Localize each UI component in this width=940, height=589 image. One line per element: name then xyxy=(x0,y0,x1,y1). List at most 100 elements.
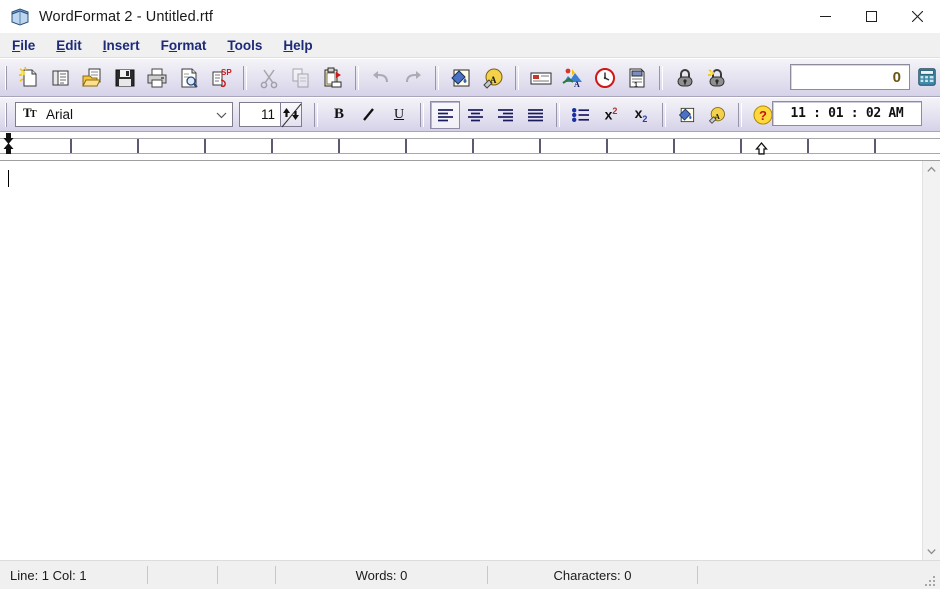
status-cell-3 xyxy=(218,566,276,584)
font-size-input[interactable]: 11 xyxy=(239,102,281,127)
highlight-color-button[interactable] xyxy=(672,101,702,129)
align-left-button[interactable] xyxy=(430,100,460,129)
ruler-tick xyxy=(606,139,608,153)
new-document-button[interactable] xyxy=(13,63,45,93)
calculator-button[interactable] xyxy=(912,63,940,91)
chevron-down-icon[interactable] xyxy=(210,111,232,119)
ruler-tick xyxy=(338,139,340,153)
font-tt-icon: T T xyxy=(23,105,40,125)
svg-text:?: ? xyxy=(759,108,767,123)
ruler-tick xyxy=(539,139,541,153)
scroll-down-button[interactable] xyxy=(923,543,940,560)
status-words: Words: 0 xyxy=(276,566,488,584)
spinner-up-icon[interactable] xyxy=(283,104,290,122)
menu-item-edit[interactable]: Edit xyxy=(48,36,95,55)
menu-item-file[interactable]: File xyxy=(4,36,48,55)
align-center-button[interactable] xyxy=(460,101,490,129)
format-separator xyxy=(314,102,318,127)
undo-button[interactable] xyxy=(365,63,397,93)
insert-date-button[interactable]: 1 xyxy=(621,63,653,93)
resize-grip-icon[interactable] xyxy=(925,574,937,586)
insert-time-button[interactable] xyxy=(589,63,621,93)
counter-field[interactable]: 0 xyxy=(790,64,910,90)
font-family-combobox[interactable]: T T Arial xyxy=(15,102,233,127)
font-size-spinner[interactable] xyxy=(281,102,302,128)
spinner-down-icon[interactable] xyxy=(292,107,299,125)
ruler-tick xyxy=(874,139,876,153)
print-preview-button[interactable] xyxy=(173,63,205,93)
clock-value: 11 : 01 : 02 AM xyxy=(790,106,904,121)
new-document-icon xyxy=(19,66,37,86)
window-controls xyxy=(802,0,940,33)
ruler-tick xyxy=(673,139,675,153)
copy-button[interactable] xyxy=(285,63,317,93)
save-button[interactable] xyxy=(109,63,141,93)
spell-check-button[interactable]: SP xyxy=(205,63,237,93)
font-family-value: Arial xyxy=(46,107,74,122)
open-folder-button[interactable] xyxy=(77,63,109,93)
menu-item-format[interactable]: Format xyxy=(153,36,220,55)
print-button[interactable] xyxy=(141,63,173,93)
close-button[interactable] xyxy=(894,0,940,33)
application-window: WordFormat 2 - Untitled.rtf File Edit In… xyxy=(0,0,940,589)
maximize-button[interactable] xyxy=(848,0,894,33)
justify-button[interactable] xyxy=(520,101,550,129)
menu-item-insert[interactable]: Insert xyxy=(95,36,153,55)
insert-card-button[interactable] xyxy=(525,63,557,93)
paste-icon xyxy=(324,67,342,87)
align-right-icon xyxy=(497,108,513,121)
unlock-icon xyxy=(708,68,725,86)
status-cell-2 xyxy=(148,566,218,584)
ruler-tick xyxy=(204,139,206,153)
scroll-up-button[interactable] xyxy=(923,161,940,178)
align-center-icon xyxy=(467,108,483,121)
calculator-icon xyxy=(918,68,936,86)
minimize-button[interactable] xyxy=(802,0,848,33)
underline-button[interactable]: U xyxy=(384,101,414,129)
bold-label: B xyxy=(333,106,344,122)
text-color-icon: A xyxy=(483,68,503,89)
paste-button[interactable] xyxy=(317,63,349,93)
status-cell-spacer xyxy=(698,566,940,584)
italic-button[interactable] xyxy=(354,101,384,129)
lock-button[interactable] xyxy=(669,63,701,93)
bullet-list-button[interactable] xyxy=(566,101,596,129)
ruler-tick xyxy=(70,139,72,153)
justify-icon xyxy=(527,108,543,121)
redo-button[interactable] xyxy=(397,63,429,93)
format-separator xyxy=(662,102,666,127)
ruler-tick xyxy=(472,139,474,153)
format-separator xyxy=(556,102,560,127)
toolbar-grip[interactable] xyxy=(4,65,10,90)
highlight-color-icon xyxy=(678,107,695,122)
bold-button[interactable]: B xyxy=(324,101,354,129)
menu-item-tools[interactable]: Tools xyxy=(219,36,275,55)
ruler-tick xyxy=(740,139,742,153)
document-area xyxy=(0,161,940,560)
subscript-label: x2 xyxy=(634,105,648,124)
right-indent-marker[interactable] xyxy=(755,141,768,160)
cut-button[interactable] xyxy=(253,63,285,93)
ruler-line-bottom xyxy=(0,153,940,154)
subscript-button[interactable]: x2 xyxy=(626,101,656,129)
align-right-button[interactable] xyxy=(490,101,520,129)
redo-icon xyxy=(406,70,421,82)
left-indent-marker[interactable] xyxy=(2,142,15,160)
font-color-button[interactable]: A xyxy=(702,101,732,129)
italic-icon xyxy=(363,108,374,121)
font-size-value: 11 xyxy=(260,107,275,122)
open-book-button[interactable] xyxy=(45,63,77,93)
format-toolbar-grip[interactable] xyxy=(4,102,10,127)
text-color-button[interactable]: A xyxy=(477,63,509,93)
ruler-line-top xyxy=(0,138,940,139)
menu-item-help[interactable]: Help xyxy=(275,36,325,55)
toolbar-separator xyxy=(515,65,519,90)
fill-color-button[interactable] xyxy=(445,63,477,93)
superscript-button[interactable]: x2 xyxy=(596,101,626,129)
unlock-button[interactable] xyxy=(701,63,733,93)
vertical-scrollbar[interactable] xyxy=(922,161,940,560)
superscript-label: x2 xyxy=(604,106,618,123)
ruler[interactable] xyxy=(0,132,940,161)
insert-image-button[interactable]: A xyxy=(557,63,589,93)
document-page[interactable] xyxy=(0,161,922,560)
